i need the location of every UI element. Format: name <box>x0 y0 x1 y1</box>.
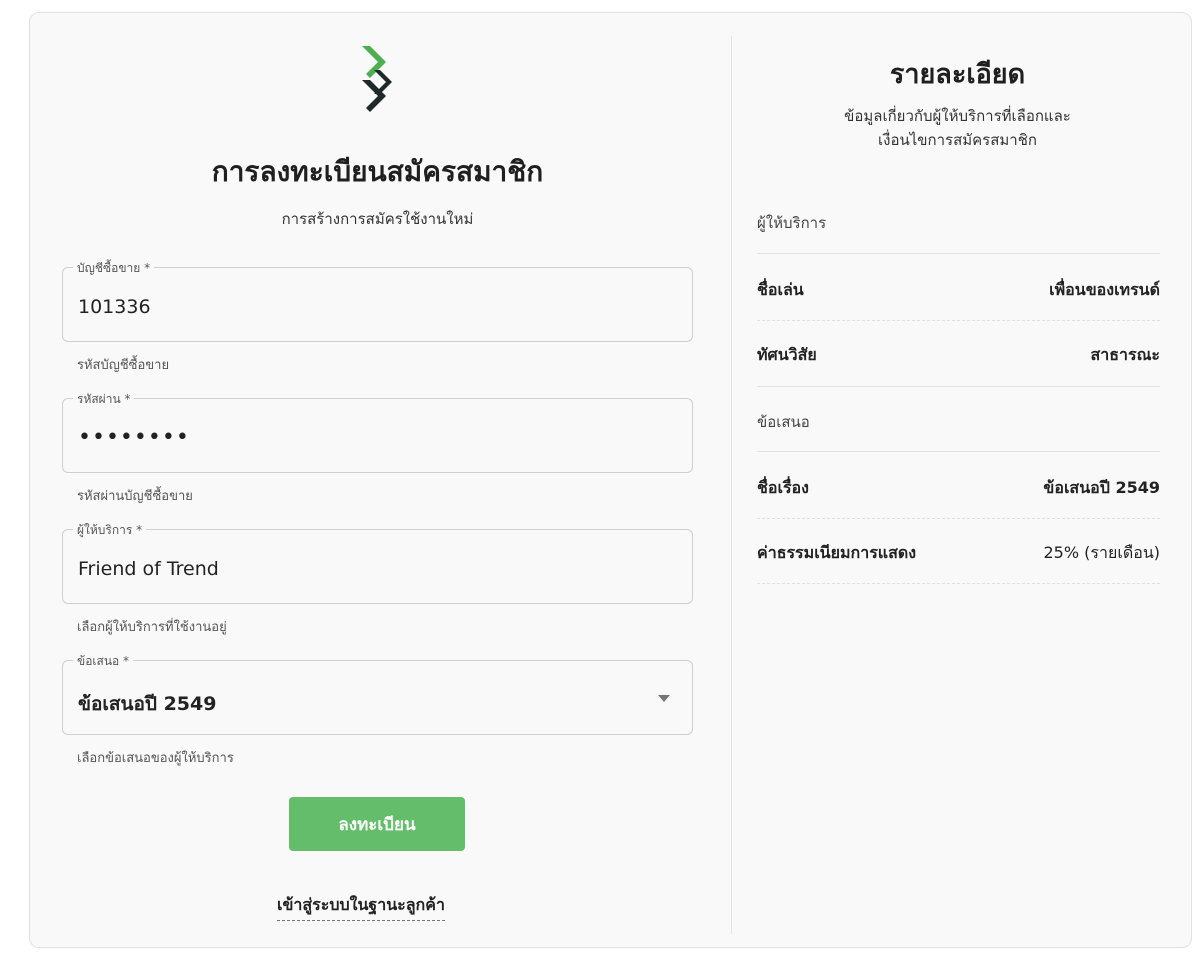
visibility-row: ทัศนวิสัย สาธารณะ <box>757 343 1160 368</box>
details-description: ข้อมูลเกี่ยวกับผู้ให้บริการที่เลือกและ เ… <box>755 104 1160 152</box>
nickname-label: ชื่อเล่น <box>757 280 804 299</box>
provider-field[interactable]: ผู้ให้บริการ * Friend of Trend <box>62 521 693 604</box>
offer-name-value: ข้อเสนอปี 2549 <box>1043 478 1160 497</box>
password-helper: รหัสผ่านบัญชีซื้อขาย <box>77 489 193 504</box>
brand-logo-icon <box>362 46 392 112</box>
chevron-down-icon[interactable] <box>658 695 670 702</box>
row-divider <box>757 320 1160 321</box>
row-divider <box>757 518 1160 519</box>
section-divider <box>757 253 1160 254</box>
offer-name-row: ชื่อเรื่อง ข้อเสนอปี 2549 <box>757 476 1160 501</box>
page-title: การลงทะเบียนสมัครสมาชิก <box>211 155 544 188</box>
password-field[interactable]: รหัสผ่าน * •••••••• <box>62 390 693 473</box>
section-divider <box>757 451 1160 452</box>
offer-name-label: ชื่อเรื่อง <box>757 478 809 497</box>
password-label: รหัสผ่าน * <box>73 390 135 409</box>
provider-section-heading: ผู้ให้บริการ <box>757 214 827 232</box>
fee-label: ค่าธรรมเนียมการแสดง <box>757 543 917 562</box>
trading-account-helper: รหัสบัญชีซื้อขาย <box>77 358 170 373</box>
nickname-value: เพื่อนของเทรนด์ <box>1049 280 1160 299</box>
password-value: •••••••• <box>78 425 190 450</box>
trading-account-label: บัญชีซื้อขาย * <box>73 259 155 278</box>
nickname-row: ชื่อเล่น เพื่อนของเทรนด์ <box>757 278 1160 303</box>
details-description-line1: ข้อมูลเกี่ยวกับผู้ให้บริการที่เลือกและ <box>844 107 1071 125</box>
trading-account-value: 101336 <box>78 296 151 318</box>
visibility-value: สาธารณะ <box>1090 345 1160 364</box>
section-divider <box>757 386 1160 387</box>
details-title: รายละเอียด <box>889 59 1026 90</box>
offer-value: ข้อเสนอปี 2549 <box>78 693 217 715</box>
panel-divider <box>731 36 732 934</box>
customer-login-link[interactable]: เข้าสู่ระบบในฐานะลูกค้า <box>277 893 445 921</box>
provider-helper: เลือกผู้ให้บริการที่ใช้งานอยู่ <box>77 620 227 635</box>
offer-helper: เลือกข้อเสนอของผู้ให้บริการ <box>77 751 234 766</box>
trading-account-field[interactable]: บัญชีซื้อขาย * 101336 <box>62 259 693 342</box>
register-button[interactable]: ลงทะเบียน <box>289 797 465 851</box>
provider-label: ผู้ให้บริการ * <box>73 521 147 540</box>
fee-row: ค่าธรรมเนียมการแสดง 25% (รายเดือน) <box>757 541 1160 566</box>
visibility-label: ทัศนวิสัย <box>757 345 817 364</box>
fee-value: 25% (รายเดือน) <box>1043 543 1161 562</box>
page-subtitle: การสร้างการสมัครใช้งานใหม่ <box>281 210 474 228</box>
row-divider <box>757 583 1160 584</box>
offer-section-heading: ข้อเสนอ <box>757 413 810 431</box>
provider-value: Friend of Trend <box>78 558 219 580</box>
offer-select[interactable]: ข้อเสนอ * ข้อเสนอปี 2549 <box>62 652 693 735</box>
details-description-line2: เงื่อนไขการสมัครสมาชิก <box>878 131 1037 149</box>
offer-label: ข้อเสนอ * <box>73 652 134 671</box>
